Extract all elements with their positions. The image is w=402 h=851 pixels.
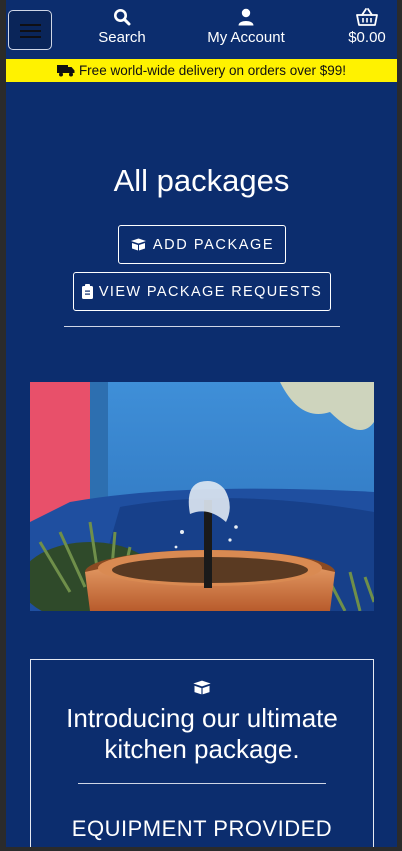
site-header: Search My Account $0.00	[6, 0, 397, 59]
truck-icon	[56, 65, 75, 77]
delivery-banner-text: Free world-wide delivery on orders over …	[78, 63, 347, 78]
view-package-requests-label: VIEW PACKAGE REQUESTS	[98, 283, 323, 300]
nav-search[interactable]: Search	[92, 8, 152, 46]
hamburger-icon	[20, 24, 41, 26]
nav-my-account[interactable]: My Account	[199, 8, 293, 46]
hamburger-icon-bar	[20, 36, 41, 38]
add-package-button[interactable]: ADD PACKAGE	[118, 225, 286, 264]
cart-total: $0.00	[348, 29, 386, 46]
nav-cart[interactable]: $0.00	[340, 8, 394, 46]
package-image[interactable]	[30, 382, 374, 611]
hamburger-icon-bar	[20, 30, 41, 32]
card-divider	[78, 783, 326, 784]
nav-account-label: My Account	[207, 29, 285, 46]
package-card-subtitle: EQUIPMENT PROVIDED	[71, 816, 333, 841]
page-title: All packages	[113, 163, 290, 198]
package-card: Introducing our ultimate kitchen package…	[30, 659, 374, 847]
box-open-icon	[130, 238, 146, 251]
fountain-photo	[30, 382, 374, 611]
menu-toggle-button[interactable]	[8, 10, 52, 50]
clipboard-icon	[81, 284, 93, 299]
add-package-label: ADD PACKAGE	[152, 236, 275, 253]
package-card-title: Introducing our ultimate kitchen package…	[66, 703, 338, 764]
view-package-requests-button[interactable]: VIEW PACKAGE REQUESTS	[73, 272, 331, 311]
search-icon	[114, 9, 131, 26]
shopping-basket-icon	[356, 8, 378, 26]
user-icon	[238, 8, 254, 26]
nav-search-label: Search	[98, 29, 146, 46]
section-divider	[64, 326, 340, 327]
app-frame: Search My Account $0.00 Free world-wide …	[6, 0, 397, 847]
box-open-icon	[193, 680, 211, 695]
delivery-banner: Free world-wide delivery on orders over …	[6, 59, 397, 82]
